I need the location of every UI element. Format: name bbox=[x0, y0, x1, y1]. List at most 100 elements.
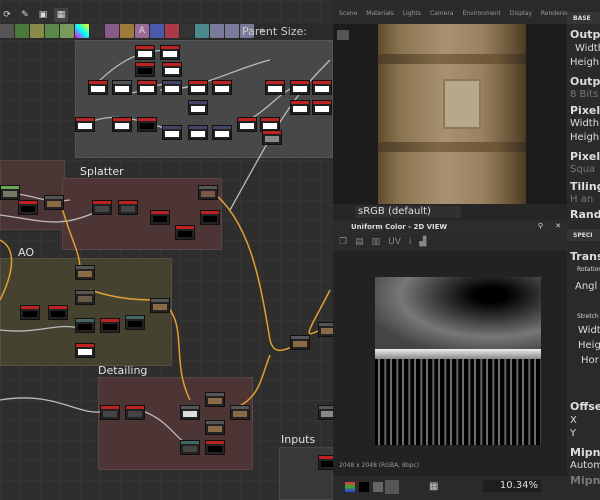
grid-icon[interactable]: ▦ bbox=[429, 481, 438, 492]
property-label: Pixel bbox=[570, 150, 600, 163]
graph-node[interactable] bbox=[180, 440, 200, 455]
graph-node[interactable] bbox=[20, 305, 40, 320]
3d-view-panel: Scene Materials Lights Camera Environmen… bbox=[333, 0, 568, 220]
graph-node[interactable] bbox=[135, 62, 155, 77]
histogram-icon[interactable]: ▟ bbox=[419, 237, 426, 249]
graph-node[interactable] bbox=[75, 117, 95, 132]
graph-node[interactable] bbox=[0, 185, 20, 200]
graph-node[interactable] bbox=[318, 405, 333, 420]
graph-node[interactable] bbox=[150, 298, 170, 313]
graph-node[interactable] bbox=[262, 130, 282, 145]
close-icon[interactable]: ✕ bbox=[555, 222, 561, 230]
graph-node[interactable] bbox=[137, 117, 157, 132]
graph-node[interactable] bbox=[205, 392, 225, 407]
property-label: Rotation bbox=[577, 266, 600, 273]
graph-node[interactable] bbox=[118, 200, 138, 215]
save-icon[interactable]: ▤ bbox=[355, 237, 364, 249]
graph-node[interactable] bbox=[212, 125, 232, 140]
graph-node[interactable] bbox=[205, 420, 225, 435]
menu-camera[interactable]: Camera bbox=[430, 10, 454, 24]
section-base[interactable]: BASE bbox=[567, 12, 600, 24]
graph-node[interactable] bbox=[112, 80, 132, 95]
property-label: Width bbox=[570, 118, 600, 129]
graph-node[interactable] bbox=[100, 318, 120, 333]
graph-node[interactable] bbox=[160, 45, 180, 60]
graph-node[interactable] bbox=[230, 405, 250, 420]
menu-environment[interactable]: Environment bbox=[462, 10, 500, 24]
property-label: Heig bbox=[578, 340, 600, 351]
colorspace-dropdown[interactable]: sRGB (default) bbox=[355, 206, 461, 218]
graph-node[interactable] bbox=[137, 80, 157, 95]
graph-node[interactable] bbox=[290, 80, 310, 95]
property-label: Mipn bbox=[570, 446, 600, 459]
2d-view-title: Uniform Color - 2D VIEW bbox=[351, 223, 448, 231]
property-label: Tiling bbox=[570, 180, 600, 193]
graph-node[interactable] bbox=[75, 265, 95, 280]
graph-node[interactable] bbox=[200, 210, 220, 225]
graph-node[interactable] bbox=[318, 455, 333, 470]
graph-node[interactable] bbox=[162, 80, 182, 95]
graph-node[interactable] bbox=[44, 195, 64, 210]
graph-editor[interactable]: ⟳ ✎ ▣ ▦ A » Parent Size: Splatter AO Det… bbox=[0, 0, 333, 500]
graph-node[interactable] bbox=[88, 80, 108, 95]
graph-node[interactable] bbox=[48, 305, 68, 320]
graph-node[interactable] bbox=[92, 200, 112, 215]
menu-renderer[interactable]: Renderer bbox=[541, 10, 568, 24]
channels-icon[interactable] bbox=[345, 482, 355, 492]
checker-bg-button[interactable] bbox=[385, 480, 399, 494]
graph-node[interactable] bbox=[135, 45, 155, 60]
graph-node[interactable] bbox=[75, 290, 95, 305]
camera-icon[interactable] bbox=[337, 30, 349, 40]
property-label: Rand bbox=[570, 208, 600, 221]
graph-node[interactable] bbox=[75, 343, 95, 358]
section-specific[interactable]: SPECI bbox=[567, 229, 600, 241]
graph-node[interactable] bbox=[162, 125, 182, 140]
property-label: Offse bbox=[570, 400, 600, 413]
graph-node[interactable] bbox=[212, 80, 232, 95]
2d-view-toolbar: ❐ ▤ ▥ UV i ▟ bbox=[333, 235, 567, 251]
2d-texture-preview[interactable] bbox=[375, 277, 541, 445]
menu-scene[interactable]: Scene bbox=[339, 10, 357, 24]
property-label: Squa bbox=[570, 164, 596, 175]
black-bg-button[interactable] bbox=[359, 482, 369, 492]
graph-node[interactable] bbox=[112, 117, 132, 132]
graph-node[interactable] bbox=[237, 117, 257, 132]
graph-node[interactable] bbox=[162, 62, 182, 77]
uv-button[interactable]: UV bbox=[388, 237, 401, 249]
graph-node[interactable] bbox=[125, 405, 145, 420]
graph-node[interactable] bbox=[312, 100, 332, 115]
graph-node[interactable] bbox=[188, 125, 208, 140]
graph-node[interactable] bbox=[265, 80, 285, 95]
gray-bg-button[interactable] bbox=[373, 482, 383, 492]
menu-lights[interactable]: Lights bbox=[403, 10, 421, 24]
graph-node[interactable] bbox=[180, 405, 200, 420]
graph-node[interactable] bbox=[18, 200, 38, 215]
3d-view-menu: Scene Materials Lights Camera Environmen… bbox=[333, 0, 568, 24]
property-label: Autom bbox=[570, 460, 600, 471]
property-label: Heigh bbox=[570, 132, 600, 143]
property-label: Widt bbox=[578, 325, 600, 336]
graph-node[interactable] bbox=[188, 80, 208, 95]
zoom-level[interactable]: 10.34% bbox=[483, 480, 541, 492]
graph-node[interactable] bbox=[318, 322, 333, 337]
property-label: Trans bbox=[570, 250, 600, 263]
property-label: Mipn bbox=[570, 474, 600, 487]
export-icon[interactable]: ▥ bbox=[372, 237, 381, 249]
graph-node[interactable] bbox=[75, 318, 95, 333]
copy-icon[interactable]: ❐ bbox=[339, 237, 347, 249]
graph-node[interactable] bbox=[125, 315, 145, 330]
graph-node[interactable] bbox=[100, 405, 120, 420]
menu-materials[interactable]: Materials bbox=[366, 10, 394, 24]
graph-node[interactable] bbox=[290, 335, 310, 350]
graph-node[interactable] bbox=[175, 225, 195, 240]
pin-icon[interactable]: ⚲ bbox=[538, 222, 543, 230]
graph-node[interactable] bbox=[312, 80, 332, 95]
graph-node[interactable] bbox=[290, 100, 310, 115]
graph-node[interactable] bbox=[188, 100, 208, 115]
graph-node[interactable] bbox=[150, 210, 170, 225]
graph-node[interactable] bbox=[205, 440, 225, 455]
graph-node[interactable] bbox=[198, 185, 218, 200]
info-icon[interactable]: i bbox=[409, 237, 412, 249]
3d-barrel-preview[interactable] bbox=[378, 24, 526, 204]
menu-display[interactable]: Display bbox=[510, 10, 532, 24]
